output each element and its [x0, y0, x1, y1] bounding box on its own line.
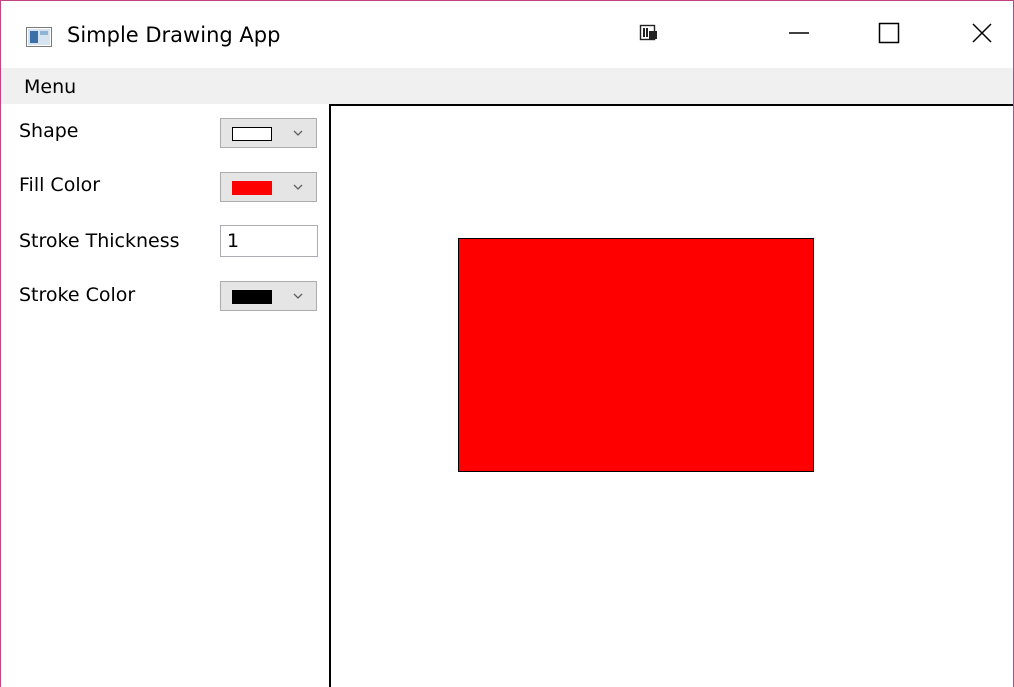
drawing-canvas[interactable] — [329, 104, 1013, 687]
fill-color-label: Fill Color — [19, 174, 101, 196]
maximize-icon — [878, 22, 900, 48]
app-window: Simple Drawing App Menu Shape Fill Color… — [0, 0, 1014, 687]
minimize-icon — [788, 22, 810, 48]
close-button[interactable] — [951, 1, 1013, 68]
window-title: Simple Drawing App — [67, 23, 281, 47]
snap-window-button[interactable] — [618, 1, 680, 68]
shape-combobox[interactable] — [220, 118, 317, 148]
chevron-down-icon — [291, 125, 305, 139]
close-icon — [971, 22, 993, 48]
properties-panel: Shape Fill Color Stroke Thickness 1 Stro… — [1, 104, 329, 687]
stroke-color-swatch — [232, 290, 272, 304]
canvas-rectangle-shape[interactable] — [458, 238, 814, 472]
menu-item-menu[interactable]: Menu — [24, 76, 76, 98]
app-window-icon — [26, 27, 52, 47]
menu-bar: Menu — [1, 68, 1013, 104]
fill-color-swatch — [232, 181, 272, 195]
stroke-color-label: Stroke Color — [19, 284, 136, 306]
title-bar[interactable]: Simple Drawing App — [1, 1, 1013, 68]
shape-label: Shape — [19, 120, 79, 142]
stroke-thickness-input[interactable]: 1 — [220, 225, 318, 257]
chevron-down-icon — [291, 179, 305, 193]
stroke-thickness-label: Stroke Thickness — [19, 230, 180, 252]
minimize-button[interactable] — [768, 1, 830, 68]
fill-color-combobox[interactable] — [220, 172, 317, 202]
rectangle-shape-icon — [232, 127, 272, 141]
snap-window-icon — [639, 23, 659, 47]
maximize-button[interactable] — [858, 1, 920, 68]
stroke-color-combobox[interactable] — [220, 281, 317, 311]
chevron-down-icon — [291, 288, 305, 302]
